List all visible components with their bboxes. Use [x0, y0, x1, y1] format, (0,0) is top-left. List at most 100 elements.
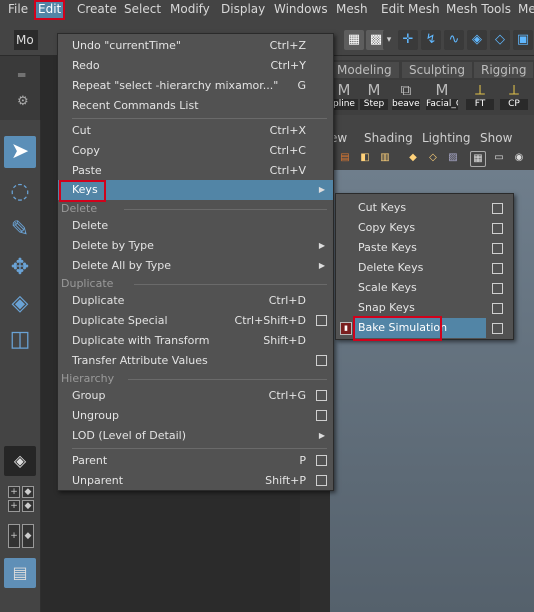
- dropdown-arrow-icon[interactable]: ▾: [383, 30, 395, 50]
- select-tool-icon[interactable]: ➤: [4, 136, 36, 168]
- move-tool-icon[interactable]: ✥: [4, 252, 36, 284]
- tab-rigging[interactable]: Rigging: [474, 62, 534, 78]
- option-box-icon[interactable]: [316, 355, 327, 366]
- menu-item-copy[interactable]: Copy Ctrl+C: [58, 141, 333, 161]
- shelf-item-step[interactable]: M Step: [360, 82, 388, 112]
- shelf-item-pline[interactable]: Mpline: [330, 82, 358, 112]
- option-box-icon[interactable]: [316, 315, 327, 326]
- option-box-icon[interactable]: [316, 410, 327, 421]
- snap-curve-icon[interactable]: ↯: [421, 30, 441, 50]
- panel-menu-shading[interactable]: Shading: [364, 128, 413, 148]
- shadow-icon[interactable]: ◇: [426, 151, 440, 165]
- layout-vertical-icon[interactable]: +: [8, 524, 20, 548]
- option-box-icon[interactable]: [492, 283, 503, 294]
- wireframe-icon[interactable]: ▭: [492, 151, 506, 165]
- menu-item-delete-by-type[interactable]: Delete by Type ▶: [58, 236, 333, 256]
- scale-tool-icon[interactable]: ◫: [4, 324, 36, 356]
- grid-icon[interactable]: ▦: [470, 151, 486, 167]
- tab-modeling[interactable]: Modeling: [330, 62, 399, 78]
- menu-create[interactable]: Create: [77, 0, 117, 20]
- menu-item-redo[interactable]: Redo Ctrl+Y: [58, 56, 333, 76]
- lasso-tool-icon[interactable]: ◌: [4, 176, 36, 208]
- bookmark-icon[interactable]: ◧: [358, 151, 372, 165]
- outliner-layout-icon[interactable]: ▤: [4, 558, 36, 588]
- snap-surface-icon[interactable]: ◇: [490, 30, 510, 50]
- shelf-item-cp[interactable]: ⟂ CP: [500, 82, 528, 112]
- menu-item-bake-simulation[interactable]: ▮ Bake Simulation: [336, 316, 513, 341]
- menu-edit[interactable]: Edit: [34, 0, 66, 20]
- menu-item-transfer-attribute-values[interactable]: Transfer Attribute Values: [58, 351, 333, 371]
- menu-item-duplicate[interactable]: Duplicate Ctrl+D: [58, 291, 333, 311]
- menu-item-unparent[interactable]: Unparent Shift+P: [58, 471, 333, 491]
- panel-menu-lighting[interactable]: Lighting: [422, 128, 471, 148]
- menu-item-delete[interactable]: Delete: [58, 216, 333, 236]
- option-box-icon[interactable]: [492, 223, 503, 234]
- shelf-tab-bar: Modeling Sculpting Rigging: [330, 60, 534, 80]
- menu-item-copy-keys[interactable]: Copy Keys: [336, 218, 513, 238]
- layout-two-icon[interactable]: +: [8, 500, 20, 512]
- menu-modify[interactable]: Modify: [170, 0, 210, 20]
- film-gate-icon[interactable]: ▥: [378, 151, 392, 165]
- select-by-component-icon[interactable]: ▦: [344, 30, 364, 50]
- shelf-item-beaver[interactable]: ⧉beaver: [392, 82, 420, 112]
- option-box-icon[interactable]: [492, 263, 503, 274]
- option-box-icon[interactable]: [492, 243, 503, 254]
- tab-sculpting[interactable]: Sculpting: [402, 62, 473, 78]
- menu-item-paste-keys[interactable]: Paste Keys: [336, 238, 513, 258]
- python-icon: ⧉: [400, 81, 412, 99]
- resolution-gate-icon[interactable]: ◉: [512, 151, 526, 165]
- snap-point-icon[interactable]: ∿: [444, 30, 464, 50]
- option-box-icon[interactable]: [316, 390, 327, 401]
- menu-item-duplicate-with-transform[interactable]: Duplicate with Transform Shift+D: [58, 331, 333, 351]
- menu-item-repeat[interactable]: Repeat "select -hierarchy mixamor..." G: [58, 76, 333, 96]
- shelf-item-facial[interactable]: MFacial_C: [426, 82, 458, 112]
- mode-selector[interactable]: Mo: [14, 30, 38, 50]
- menu-more[interactable]: Me: [518, 0, 534, 20]
- menu-mesh[interactable]: Mesh: [336, 0, 368, 20]
- layout-two-alt-icon[interactable]: ◆: [22, 500, 34, 512]
- menu-item-delete-keys[interactable]: Delete Keys: [336, 258, 513, 278]
- shelf-item-ft[interactable]: ⟂ FT: [466, 82, 494, 112]
- option-box-icon[interactable]: [316, 475, 327, 486]
- menu-select[interactable]: Select: [124, 0, 161, 20]
- option-box-icon[interactable]: [316, 455, 327, 466]
- menu-item-lod[interactable]: LOD (Level of Detail) ▶: [58, 426, 333, 446]
- menu-item-undo[interactable]: Undo "currentTime" Ctrl+Z: [58, 36, 333, 56]
- panel-menu-show[interactable]: Show: [480, 128, 512, 148]
- menu-item-keys[interactable]: Keys ▶: [58, 180, 333, 202]
- light-icon[interactable]: ◆: [406, 151, 420, 165]
- menu-item-cut[interactable]: Cut Ctrl+X: [58, 121, 333, 141]
- menu-item-snap-keys[interactable]: Snap Keys: [336, 298, 513, 318]
- menu-item-ungroup[interactable]: Ungroup: [58, 406, 333, 426]
- xray-icon[interactable]: ▨: [446, 151, 460, 165]
- option-box-icon[interactable]: [492, 303, 503, 314]
- menu-mesh-tools[interactable]: Mesh Tools: [446, 0, 511, 20]
- layout-four-icon[interactable]: +: [8, 486, 20, 498]
- camera-icon[interactable]: ▤: [338, 151, 352, 165]
- snap-grid-icon[interactable]: ✛: [398, 30, 418, 50]
- menu-display[interactable]: Display: [221, 0, 265, 20]
- layout-single-icon[interactable]: ◈: [4, 446, 36, 476]
- paint-select-tool-icon[interactable]: ✎: [4, 214, 36, 246]
- menu-item-cut-keys[interactable]: Cut Keys: [336, 198, 513, 218]
- menu-edit-mesh[interactable]: Edit Mesh: [381, 0, 440, 20]
- layout-split-icon[interactable]: ◆: [22, 486, 34, 498]
- menu-item-scale-keys[interactable]: Scale Keys: [336, 278, 513, 298]
- menu-item-duplicate-special[interactable]: Duplicate Special Ctrl+Shift+D: [58, 311, 333, 331]
- menu-windows[interactable]: Windows: [274, 0, 328, 20]
- menu-item-paste[interactable]: Paste Ctrl+V: [58, 161, 333, 181]
- option-box-icon[interactable]: [492, 323, 503, 334]
- option-box-icon[interactable]: [492, 203, 503, 214]
- rotate-tool-icon[interactable]: ◈: [4, 288, 36, 320]
- layout-vertical-alt-icon[interactable]: ◆: [22, 524, 34, 548]
- menu-item-parent[interactable]: Parent P: [58, 451, 333, 471]
- menu-item-group[interactable]: Group Ctrl+G: [58, 386, 333, 406]
- shelf-m-icon: M: [435, 81, 449, 99]
- snap-live-icon[interactable]: ▣: [513, 30, 533, 50]
- menu-item-delete-all-by-type[interactable]: Delete All by Type ▶: [58, 256, 333, 276]
- gear-icon[interactable]: ⚙: [17, 94, 29, 109]
- menu-lines-icon[interactable]: ═: [18, 68, 25, 82]
- menu-item-recent-commands[interactable]: Recent Commands List: [58, 96, 333, 116]
- snap-view-icon[interactable]: ◈: [467, 30, 487, 50]
- menu-file[interactable]: File: [8, 0, 28, 20]
